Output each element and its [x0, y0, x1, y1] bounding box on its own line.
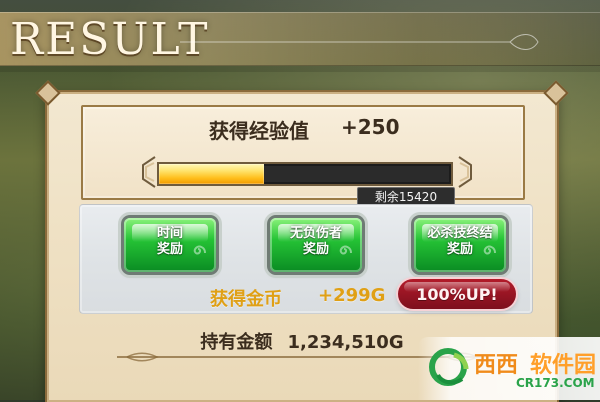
exp-progress-bar — [157, 162, 453, 186]
watermark-brand-left: 西西 — [474, 353, 519, 378]
header-ornament — [180, 34, 539, 50]
bonus-time-button[interactable]: 时间 奖励 — [124, 218, 216, 272]
swirl-icon — [483, 245, 496, 255]
exp-bar-endcap-right — [458, 156, 472, 188]
holdings-label: 持有金额 — [200, 332, 273, 353]
coins-gain: +299G — [318, 285, 386, 306]
watermark-logo-icon — [429, 348, 469, 386]
bonus-no-damage-button[interactable]: 无负伤者 奖励 — [270, 218, 362, 272]
swirl-icon — [193, 245, 206, 255]
bonus-section: 时间 奖励 无负伤者 奖励 必杀技终结 奖励 获得金币 +299G 100%UP… — [79, 204, 533, 314]
coin-boost-badge: 100%UP! — [398, 279, 516, 309]
swirl-icon — [339, 245, 352, 255]
exp-section: 获得经验值 +250 剩余15420 — [81, 105, 525, 207]
coin-boost-text: 100%UP! — [416, 285, 498, 304]
result-header: RESULT — [0, 0, 600, 72]
watermark-brand-right: 软件园 — [530, 353, 597, 378]
watermark-domain: CR173.COM — [516, 376, 595, 390]
site-watermark: 西西 软件园 CR173.COM — [418, 337, 600, 400]
holdings-value: 1,234,510G — [287, 332, 404, 353]
exp-progress-fill — [159, 164, 265, 184]
bonus-finisher-button[interactable]: 必杀技终结 奖励 — [414, 218, 506, 272]
exp-label: 获得经验值 — [209, 119, 309, 143]
exp-bar-endcap-left — [142, 156, 156, 188]
coins-label: 获得金币 — [210, 289, 282, 310]
exp-gain: +250 — [341, 115, 400, 139]
